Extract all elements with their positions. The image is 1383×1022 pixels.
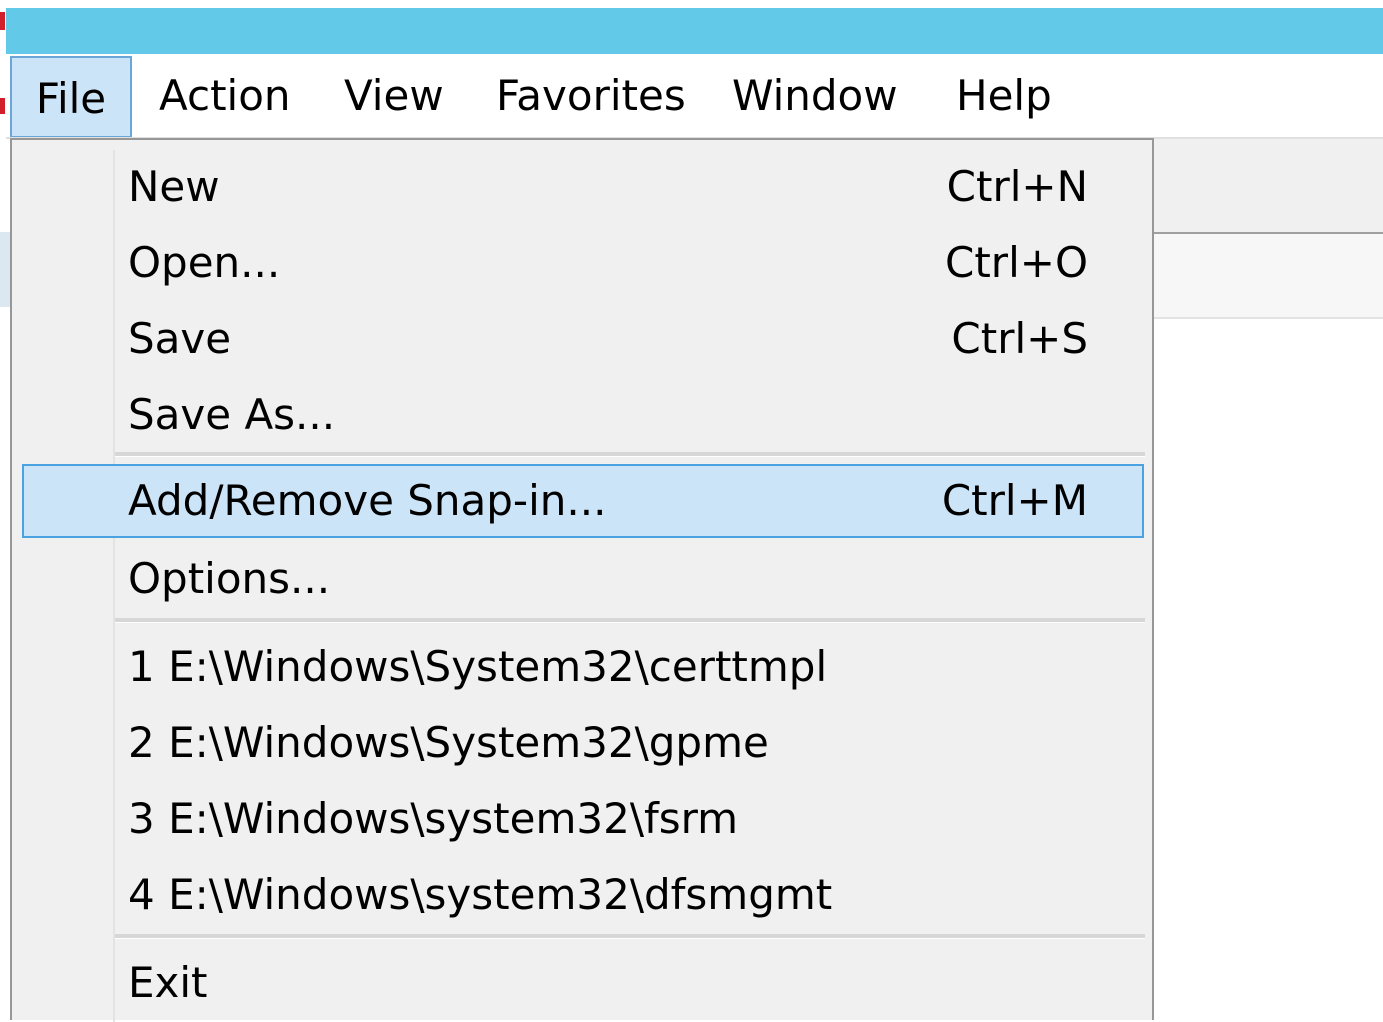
menu-separator (115, 934, 1145, 939)
menu-item-recent-4[interactable]: 4 E:\Windows\system32\dfsmgmt (22, 858, 1144, 932)
menu-item-new[interactable]: New Ctrl+N (22, 150, 1144, 224)
left-edge (0, 0, 6, 1020)
menu-file[interactable]: File (10, 56, 132, 138)
menu-view[interactable]: View (344, 68, 444, 124)
menu-help[interactable]: Help (956, 68, 1052, 124)
menu-item-shortcut: Ctrl+S (951, 314, 1088, 363)
background-header-band (1153, 234, 1383, 318)
menu-separator (115, 618, 1145, 623)
menu-item-recent-2[interactable]: 2 E:\Windows\System32\gpme (22, 706, 1144, 780)
menu-item-add-remove-snap-in[interactable]: Add/Remove Snap-in... Ctrl+M (22, 464, 1144, 538)
menu-item-label: 3 E:\Windows\system32\fsrm (128, 794, 739, 843)
menu-bar: File Action View Favorites Window Help (6, 54, 1383, 138)
file-menu-dropdown: New Ctrl+N Open... Ctrl+O Save Ctrl+S Sa… (10, 138, 1154, 1022)
menu-item-label: Save (128, 314, 232, 363)
title-bar (6, 8, 1383, 54)
menu-separator (115, 452, 1145, 457)
menu-item-label: Exit (128, 958, 208, 1007)
menu-item-shortcut: Ctrl+O (945, 238, 1088, 287)
menu-item-label: Add/Remove Snap-in... (128, 476, 607, 525)
app-icon-fragment-2 (0, 98, 5, 114)
menu-item-label: 2 E:\Windows\System32\gpme (128, 718, 769, 767)
menu-favorites[interactable]: Favorites (496, 68, 686, 124)
menu-item-label: 1 E:\Windows\System32\certtmpl (128, 642, 828, 691)
menu-item-shortcut: Ctrl+M (941, 476, 1088, 525)
menu-item-shortcut: Ctrl+N (946, 162, 1088, 211)
menu-item-recent-3[interactable]: 3 E:\Windows\system32\fsrm (22, 782, 1144, 856)
menu-item-label: New (128, 162, 220, 211)
menu-item-label: Options... (128, 554, 331, 603)
menu-item-options[interactable]: Options... (22, 542, 1144, 616)
background-toolbar (1153, 139, 1383, 233)
menu-item-recent-1[interactable]: 1 E:\Windows\System32\certtmpl (22, 630, 1144, 704)
menu-item-exit[interactable]: Exit (22, 946, 1144, 1020)
menu-action[interactable]: Action (159, 68, 291, 124)
menu-item-open[interactable]: Open... Ctrl+O (22, 226, 1144, 300)
menu-item-label: Save As... (128, 390, 336, 439)
menu-item-save-as[interactable]: Save As... (22, 378, 1144, 452)
menu-item-label: Open... (128, 238, 281, 287)
background-tree-edge (0, 232, 10, 307)
app-icon-fragment (0, 12, 5, 30)
menu-item-label: 4 E:\Windows\system32\dfsmgmt (128, 870, 833, 919)
menu-window[interactable]: Window (732, 68, 898, 124)
menu-item-save[interactable]: Save Ctrl+S (22, 302, 1144, 376)
background-divider-2 (1153, 317, 1383, 319)
